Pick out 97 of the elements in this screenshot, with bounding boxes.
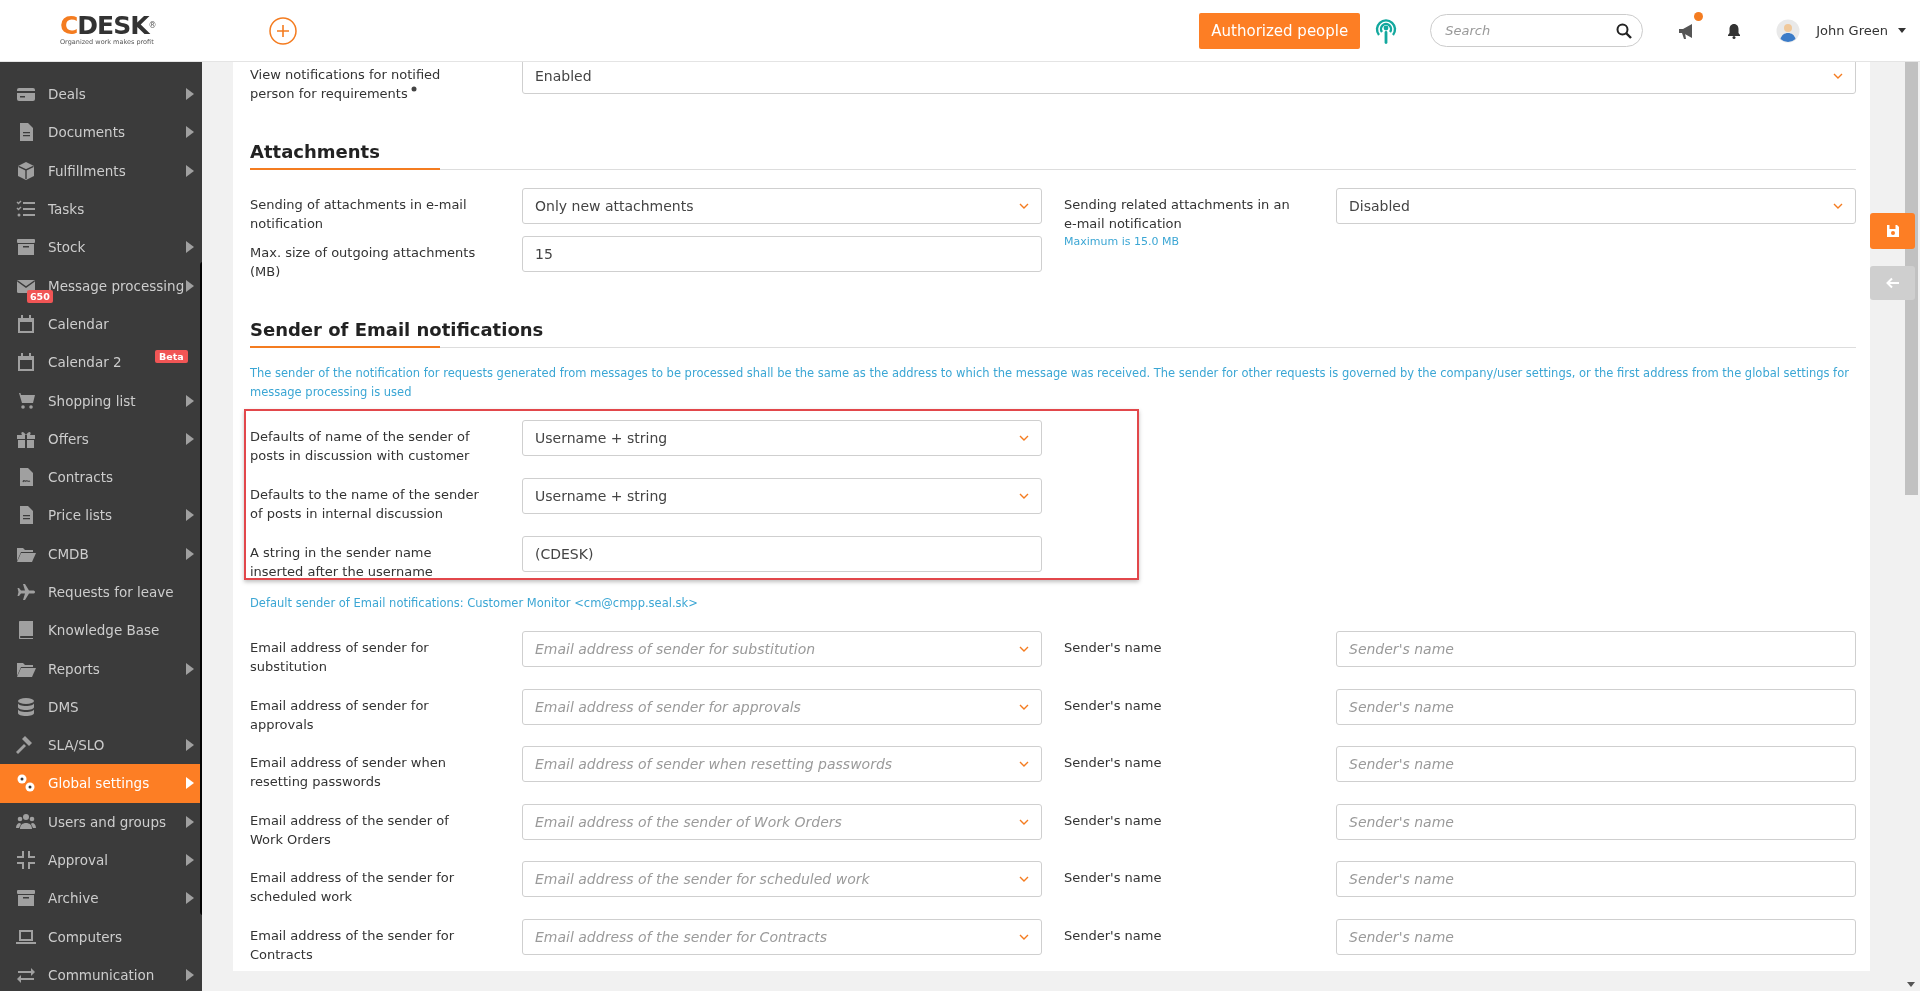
sidebar-item[interactable]: Offers (0, 419, 202, 458)
field-label: Email address of the sender of Work Orders (250, 812, 449, 847)
scroll-down-icon[interactable] (1907, 982, 1915, 987)
dropdown[interactable]: Enabled (522, 62, 1856, 94)
add-button[interactable] (269, 16, 297, 45)
sidebar-item[interactable]: Users and groups (0, 802, 202, 841)
field-label: Email address of sender when resetting passwords (250, 755, 446, 789)
airplane-icon (16, 582, 36, 602)
logo: CDESK® (60, 14, 156, 38)
field-label: Email address of sender for substitution (250, 640, 429, 674)
field-label: Sender's name (1064, 640, 1162, 655)
chevron-down-icon (1019, 876, 1029, 882)
save-button[interactable] (1870, 213, 1915, 249)
info-text: Default sender of Email notifications: Customer Monitor <cm@cmpp.seal.sk> (250, 595, 699, 612)
database-icon (16, 696, 36, 717)
chevron-down-icon (1019, 646, 1029, 652)
field-label: Sender's name (1064, 697, 1162, 713)
chevron-down-icon (1833, 73, 1843, 79)
gears-icon (16, 773, 36, 794)
cube-icon (16, 160, 36, 181)
sidebar-item[interactable]: Approval (0, 840, 202, 880)
chevron-down-icon (1019, 761, 1029, 767)
left-arrow-icon (1885, 277, 1900, 289)
sidebar-item[interactable]: Shopping list (0, 381, 202, 420)
sidebar-item[interactable]: Reports (0, 649, 202, 688)
sidebar-item[interactable]: Communication (0, 955, 202, 991)
chevron-down-icon (1833, 203, 1843, 209)
search-icon[interactable] (1616, 23, 1633, 39)
info-text: The sender of the notification for requests generated from messages to be processed shall be the same as the address to which the message was received. The sender for other requests is governed by the company/user settings, or the first address from the global settings for message processing is used (250, 365, 1850, 401)
chevron-down-icon (1019, 818, 1029, 825)
field-label: A string in the sender name inserted after the username (250, 545, 433, 579)
archive-box-icon (16, 888, 36, 909)
broadcast-icon[interactable] (1374, 16, 1399, 45)
users-icon (16, 811, 36, 832)
status-tag: Beta (155, 350, 188, 364)
dropdown[interactable]: Disabled (1336, 188, 1856, 224)
chevron-down-icon (1019, 203, 1029, 209)
cart-icon (16, 390, 36, 411)
chevron-down-icon (1019, 435, 1029, 441)
dropdown[interactable]: Only new attachments (522, 188, 1042, 224)
text-field[interactable]: 15 (522, 236, 1042, 272)
sidebar-item[interactable]: CMDB (0, 534, 202, 573)
field-label: Defaults to the name of the sender of posts in internal discussion (250, 487, 479, 521)
chevron-down-icon (1019, 703, 1029, 710)
field-label: Email address of the sender for scheduled work (250, 870, 455, 904)
sidebar-item[interactable]: Calendar (0, 304, 202, 344)
sidebar-item[interactable]: Documents (0, 113, 202, 152)
archive-box-icon (16, 237, 36, 258)
field-label: Sending of attachments in e-mail notification (250, 197, 467, 231)
bell-icon[interactable] (1727, 22, 1742, 39)
text-field[interactable]: Sender's name (1336, 631, 1856, 667)
avatar (1776, 18, 1801, 43)
sidebar-item[interactable]: Price lists (0, 496, 202, 535)
user-name[interactable]: John Green (1816, 23, 1888, 38)
sidebar-item[interactable]: Tasks (0, 189, 202, 229)
text-field[interactable]: (CDESK) (522, 536, 1042, 572)
dropdown[interactable]: Username + string (522, 478, 1042, 514)
sidebar-item[interactable]: DMS (0, 687, 202, 727)
text-field[interactable]: Sender's name (1336, 918, 1856, 955)
field-label: Max. size of outgoing attachments (MB) (250, 245, 476, 279)
sidebar-item[interactable]: Fulfillments (0, 151, 202, 190)
calendar-icon (16, 352, 36, 373)
field-label: Sender's name (1064, 870, 1162, 885)
book-icon (16, 620, 36, 641)
section-title: Attachments (250, 140, 381, 164)
field-label: Defaults of name of the sender of posts in discussion with customer (250, 429, 470, 463)
field-note: Maximum is 15.0 MB (1064, 234, 1180, 250)
sidebar-item[interactable]: SLA/SLO (0, 726, 202, 765)
field-label: Email address of the sender for Contracts (250, 927, 455, 962)
chevron-down-icon (1019, 933, 1029, 940)
section-title: Sender of Email notifications (250, 318, 545, 342)
field-label: View notifications for notified person for requirements (250, 67, 441, 101)
sidebar-item[interactable]: Requests for leave (0, 572, 202, 612)
calendar-icon (16, 313, 36, 334)
text-field[interactable]: Sender's name (1336, 803, 1856, 840)
text-field[interactable]: Sender's name (1336, 688, 1856, 725)
count-badge: 650 (27, 290, 53, 304)
field-label: Sending related attachments in an e-mail notification (1064, 197, 1290, 231)
search-field[interactable]: Search (1430, 14, 1644, 47)
sidebar-item[interactable]: Stock (0, 228, 202, 267)
sidebar-item[interactable]: Knowledge Base (0, 611, 202, 650)
sidebar-item[interactable]: Calendar 2 Beta (0, 343, 202, 382)
field-label: Sender's name (1064, 812, 1162, 828)
sidebar-item[interactable]: Message processing 650 (0, 266, 202, 305)
sidebar-item[interactable]: Computers (0, 917, 202, 956)
sidebar-item[interactable]: Contracts (0, 457, 202, 497)
sidebar-item[interactable]: Deals (0, 75, 202, 114)
chevron-down-icon (1019, 493, 1029, 499)
field-label: Email address of sender for approvals (250, 697, 429, 732)
compress-icon (16, 850, 36, 871)
dropdown[interactable]: Username + string (522, 420, 1042, 456)
text-field[interactable]: Sender's name (1336, 746, 1856, 782)
text-field[interactable]: Sender's name (1336, 861, 1856, 897)
field-label: Sender's name (1064, 755, 1162, 770)
caret-icon[interactable] (1898, 28, 1906, 33)
sidebar-item[interactable]: Archive (0, 879, 202, 918)
field-label: Sender's name (1064, 927, 1162, 943)
